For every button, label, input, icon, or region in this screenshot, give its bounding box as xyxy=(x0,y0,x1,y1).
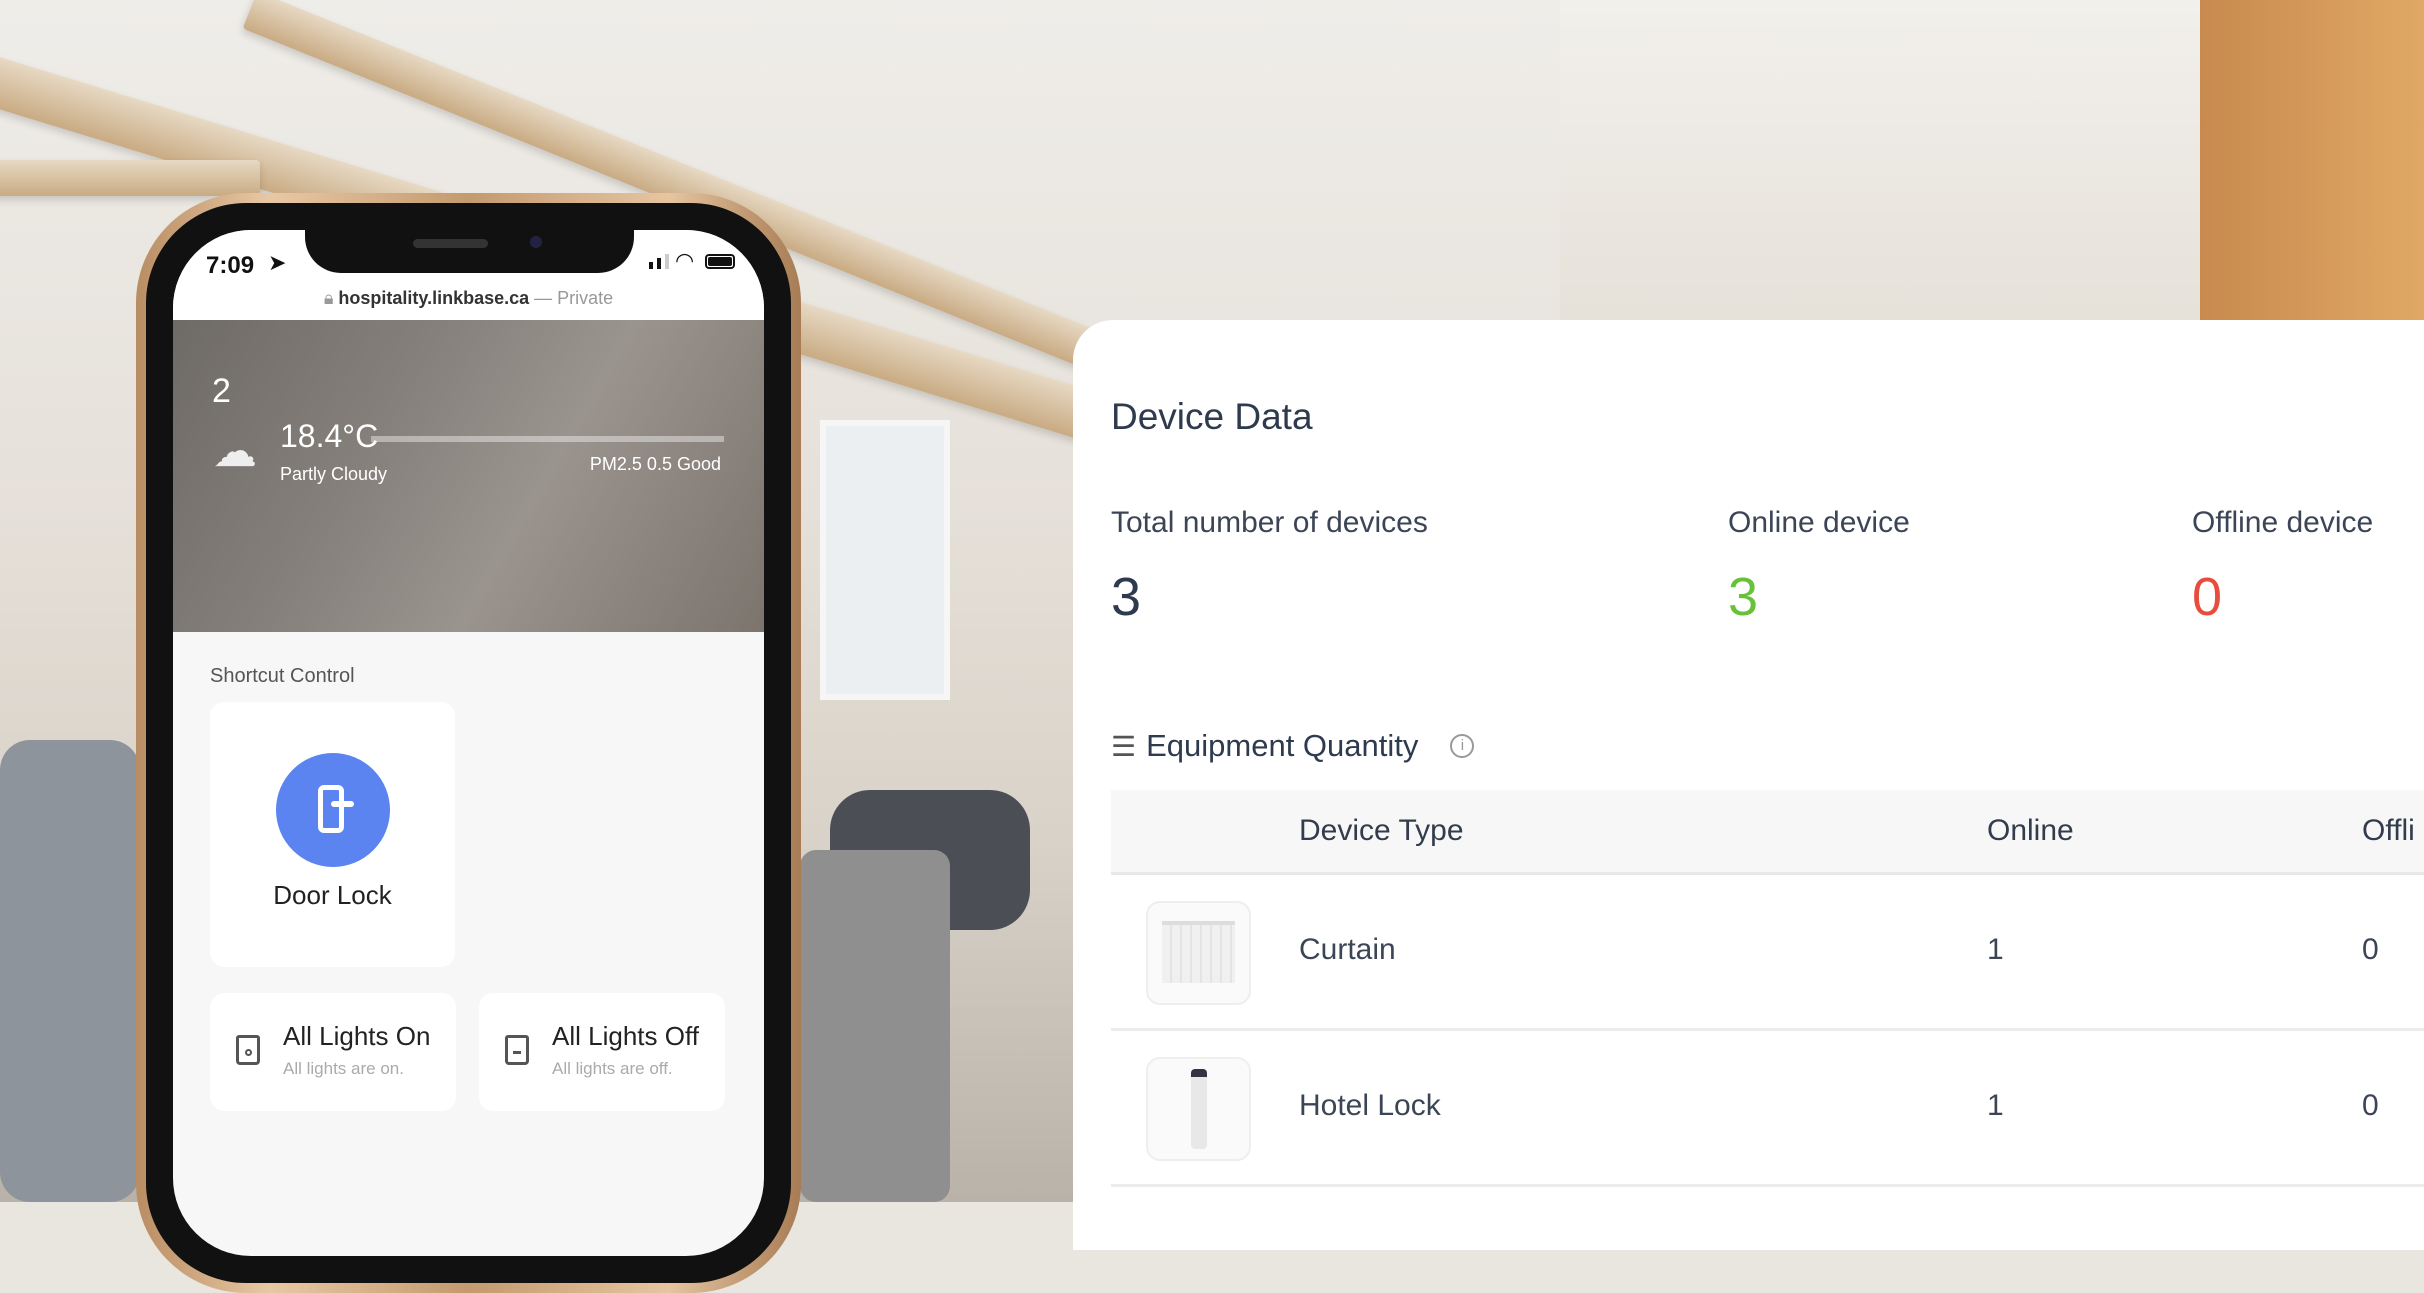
table-row[interactable]: Hotel Lock 1 0 xyxy=(1111,1031,2424,1187)
lights-off-title: All Lights Off xyxy=(552,1021,699,1051)
air-quality: PM2.5 0.5 Good xyxy=(589,454,721,474)
url-bar[interactable]: 🔒︎ hospitality.linkbase.ca — Private xyxy=(173,288,764,309)
all-lights-on-card[interactable]: All Lights On All lights are on. xyxy=(210,993,456,1111)
battery-icon xyxy=(705,254,735,269)
air-quality-bar xyxy=(371,436,724,442)
curtain-image xyxy=(1146,901,1251,1005)
stat-value: 0 xyxy=(2192,567,2223,627)
lights-on-title: All Lights On xyxy=(283,1021,431,1051)
device-data-panel: Device Data Total number of devices 3 On… xyxy=(1073,320,2424,1250)
page-title: Device Data xyxy=(1111,396,1313,437)
stat-online: Online device 3 xyxy=(1728,506,1910,628)
table-header: Device Type Online Offli xyxy=(1111,790,2424,875)
status-time: 7:09 xyxy=(206,252,255,279)
wood-shelf xyxy=(2200,0,2424,320)
stat-value: 3 xyxy=(1728,567,1759,627)
stat-total: Total number of devices 3 xyxy=(1111,506,1428,628)
door-lock-icon xyxy=(276,753,390,867)
section-header: ☰ Equipment Quantity i xyxy=(1111,728,1475,764)
device-type: Curtain xyxy=(1299,933,1396,966)
sofa xyxy=(0,740,140,1202)
column-header-offline: Offli xyxy=(2362,814,2415,847)
section-title: Equipment Quantity xyxy=(1146,728,1419,763)
home-icon xyxy=(505,1035,529,1065)
table-row[interactable]: Curtain 1 0 xyxy=(1111,875,2424,1031)
cloud-icon: ☁︎ xyxy=(213,427,257,476)
phone-notch xyxy=(305,230,634,273)
info-icon[interactable]: i xyxy=(1450,734,1475,758)
window xyxy=(820,420,950,700)
lights-on-subtitle: All lights are on. xyxy=(283,1059,404,1078)
online-count: 1 xyxy=(1987,1089,2004,1122)
room-hero: 2 ☁︎ 18.4°C Partly Cloudy PM2.5 0.5 Good xyxy=(173,320,764,632)
wifi-icon: ◠ xyxy=(675,248,695,273)
stat-label: Total number of devices xyxy=(1111,506,1428,539)
list-icon: ☰ xyxy=(1111,730,1137,762)
weather-text: Partly Cloudy xyxy=(280,464,388,484)
stat-offline: Offline device 0 xyxy=(2192,506,2373,628)
phone-screen: 7:09 ➤ ◠ 🔒︎ hospitality.linkbase.ca — Pr… xyxy=(173,230,764,1256)
temperature: 18.4°C xyxy=(280,418,379,454)
column-header-online: Online xyxy=(1987,814,2074,847)
home-icon xyxy=(236,1035,260,1065)
armchair xyxy=(800,850,950,1202)
stat-label: Offline device xyxy=(2192,506,2374,539)
stat-label: Online device xyxy=(1728,506,1910,539)
signal-icon xyxy=(649,254,669,269)
door-lock-card[interactable]: Door Lock xyxy=(210,702,455,967)
hotel-lock-image xyxy=(1146,1057,1251,1161)
lights-off-subtitle: All lights are off. xyxy=(552,1059,673,1078)
door-lock-label: Door Lock xyxy=(273,880,392,910)
url-private-label: — Private xyxy=(534,288,614,308)
phone-mockup: 7:09 ➤ ◠ 🔒︎ hospitality.linkbase.ca — Pr… xyxy=(136,193,801,1293)
wall xyxy=(1560,0,2240,320)
device-type: Hotel Lock xyxy=(1299,1089,1441,1122)
all-lights-off-card[interactable]: All Lights Off All lights are off. xyxy=(479,993,725,1111)
room-number: 2 xyxy=(212,372,231,410)
location-icon: ➤ xyxy=(268,250,287,275)
shortcut-title: Shortcut Control xyxy=(210,665,355,687)
offline-count: 0 xyxy=(2362,933,2379,966)
lock-icon: 🔒︎ xyxy=(323,288,334,308)
online-count: 1 xyxy=(1987,933,2004,966)
url-text: hospitality.linkbase.ca xyxy=(338,288,530,308)
column-header-device-type: Device Type xyxy=(1299,814,1464,847)
ceiling-beam xyxy=(0,160,260,196)
offline-count: 0 xyxy=(2362,1089,2379,1122)
stat-value: 3 xyxy=(1111,567,1142,627)
